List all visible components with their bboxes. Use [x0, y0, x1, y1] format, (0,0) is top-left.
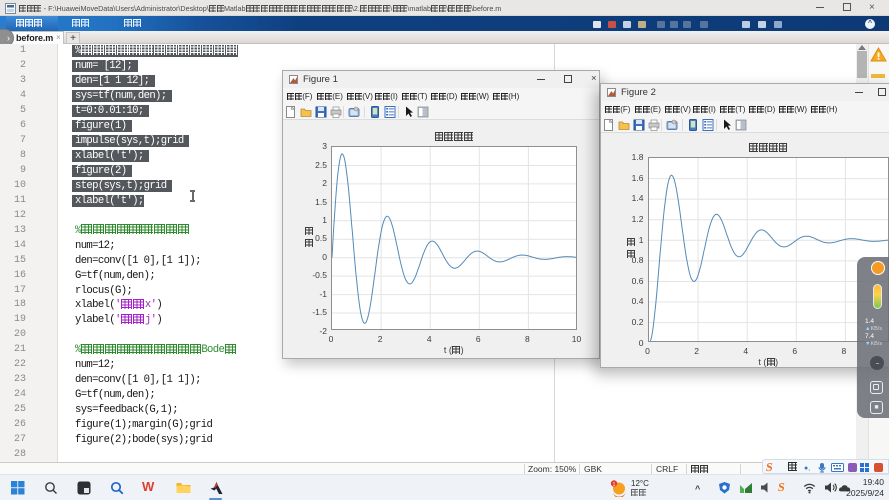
svg-text:1: 1 [613, 482, 616, 488]
